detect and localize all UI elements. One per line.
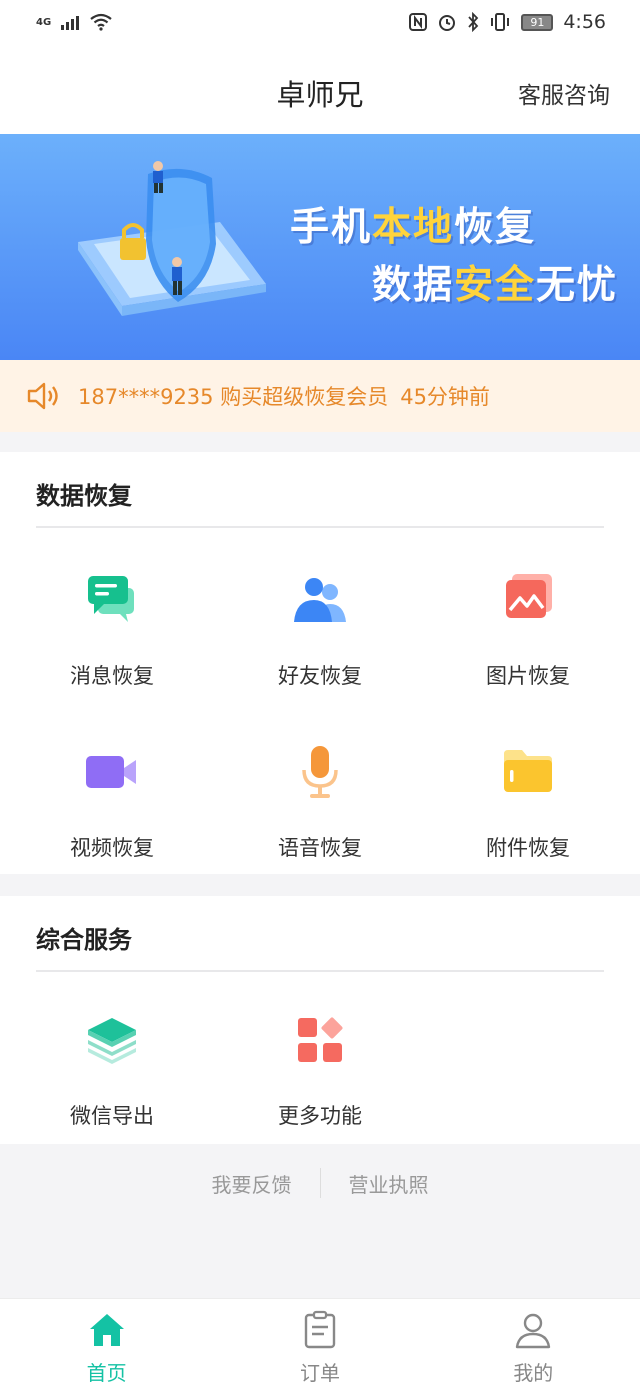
item-label: 图片恢复	[486, 664, 570, 688]
clock: 4:56	[563, 11, 606, 33]
wechat-export-button[interactable]: 微信导出	[12, 1008, 212, 1130]
bluetooth-icon	[468, 12, 479, 32]
friend-recovery-button[interactable]: 好友恢复	[220, 568, 420, 690]
grid-icon	[298, 1017, 343, 1062]
purchase-notice-bar: 187****9235 购买超级恢复会员 45分钟前	[0, 360, 640, 432]
services-section: 综合服务 微信导出 更多功能	[0, 896, 640, 1144]
footer-links: 我要反馈 营业执照	[0, 1160, 640, 1206]
bottom-tab-bar: 首页 订单 我的	[0, 1298, 640, 1387]
item-label: 好友恢复	[278, 664, 362, 688]
link-separator	[319, 1168, 321, 1198]
video-icon	[86, 756, 136, 788]
tab-home[interactable]: 首页	[0, 1299, 213, 1387]
status-right: 91 4:56	[409, 11, 606, 33]
status-left: 4G	[36, 13, 113, 31]
network-type: 4G	[36, 16, 52, 28]
promo-banner[interactable]: 手机本地恢复 数据安全无忧	[0, 134, 640, 360]
microphone-icon	[302, 746, 338, 798]
status-bar: 4G 91 4:56	[0, 0, 640, 44]
feedback-link[interactable]: 我要反馈	[212, 1169, 292, 1198]
photo-recovery-button[interactable]: 图片恢复	[428, 568, 628, 690]
tab-mine[interactable]: 我的	[427, 1299, 640, 1387]
section-title: 数据恢复	[36, 482, 132, 510]
business-license-link[interactable]: 营业执照	[349, 1169, 429, 1198]
item-label: 语音恢复	[278, 836, 362, 860]
data-recovery-section: 数据恢复 消息恢复 好友恢复 图片恢复 视频恢复 语音恢复 附件恢复	[0, 452, 640, 874]
tab-orders[interactable]: 订单	[213, 1299, 426, 1387]
vibrate-icon	[491, 13, 510, 31]
tab-label: 订单	[299, 1361, 340, 1385]
section-title: 综合服务	[36, 926, 132, 954]
folder-icon	[504, 750, 552, 792]
speaker-icon	[27, 382, 58, 410]
photo-icon	[506, 574, 552, 618]
notice-time: 45分钟前	[400, 385, 490, 409]
banner-headline-1: 手机本地恢复	[290, 205, 537, 250]
friends-icon	[294, 578, 346, 622]
voice-recovery-button[interactable]: 语音恢复	[220, 740, 420, 862]
item-label: 微信导出	[70, 1104, 154, 1128]
app-header: 卓师兄 客服咨询	[0, 44, 640, 134]
message-recovery-button[interactable]: 消息恢复	[12, 568, 212, 690]
notice-text: 187****9235 购买超级恢复会员	[78, 385, 389, 409]
banner-headline-2: 数据安全无忧	[372, 263, 619, 308]
battery-icon: 91	[521, 13, 554, 31]
layers-icon	[88, 1018, 136, 1064]
more-features-button[interactable]: 更多功能	[220, 1008, 420, 1130]
divider	[36, 970, 604, 972]
tab-label: 首页	[86, 1361, 127, 1385]
user-icon	[516, 1313, 551, 1349]
message-icon	[88, 576, 134, 622]
item-label: 消息恢复	[70, 664, 154, 688]
item-label: 视频恢复	[70, 836, 154, 860]
wifi-icon	[90, 13, 112, 31]
nfc-icon	[409, 13, 428, 31]
alarm-icon	[439, 15, 456, 31]
home-icon	[89, 1314, 124, 1346]
divider	[36, 526, 604, 528]
tab-label: 我的	[513, 1361, 554, 1385]
video-recovery-button[interactable]: 视频恢复	[12, 740, 212, 862]
customer-service-button[interactable]: 客服咨询	[518, 76, 610, 110]
item-label: 附件恢复	[486, 836, 570, 860]
signal-icon	[61, 14, 80, 30]
clipboard-icon	[304, 1310, 336, 1349]
attachment-recovery-button[interactable]: 附件恢复	[428, 740, 628, 862]
item-label: 更多功能	[278, 1104, 362, 1128]
